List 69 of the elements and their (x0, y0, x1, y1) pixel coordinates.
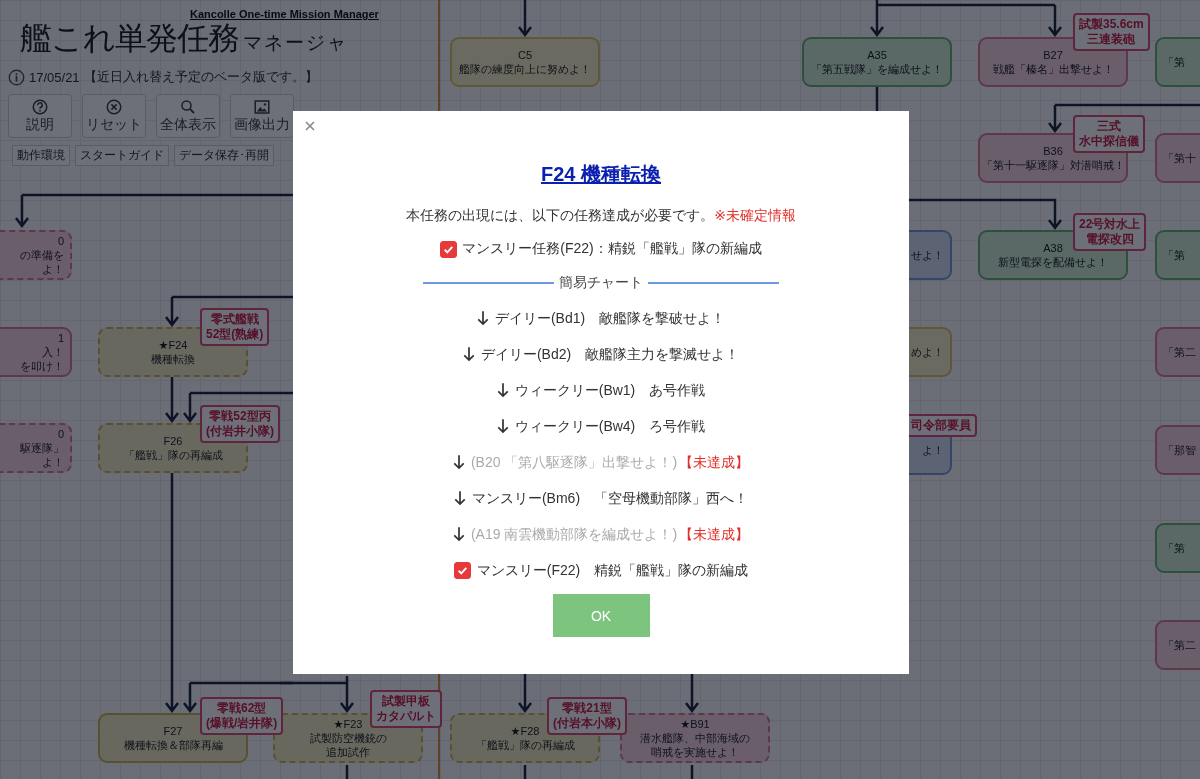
step-text: マンスリー(Bm6) 「空母機動部隊」西へ！ (471, 489, 749, 508)
reward-name: 零戦21型 (561, 701, 613, 716)
mission-title: 哨戒を実施せよ！ (651, 745, 739, 760)
mission-title: 試製防空機銃の (309, 730, 387, 746)
reward-name: 22号対水上 (1079, 217, 1141, 232)
step-text: デイリー(Bd1) 敵艦隊を撃破せよ！ (494, 309, 726, 328)
reward-name: 試製35.6cm (1079, 17, 1144, 32)
mission-title: よ！ (922, 442, 944, 458)
mission-code: ★F24 (158, 337, 188, 352)
mission-title: 「艦戦」隊の再編成 (475, 738, 575, 753)
mission-title: よ！ (42, 455, 64, 470)
mission-title: 「第 (1163, 247, 1185, 263)
reward-name: 三式 (1096, 119, 1122, 134)
mission-title: めよ！ (911, 344, 944, 360)
version-note: 【近日入れ替え予定のベータ版です。】 (83, 68, 318, 86)
mission-code: ★F23 (333, 716, 363, 731)
requirement-text: マンスリー任務(F22)：精鋭「艦戦」隊の新編成 (462, 240, 762, 258)
mission-title: 「第 (1163, 54, 1185, 70)
step-text: (B20 「第八駆逐隊」出撃せよ！) (470, 453, 678, 472)
mission-title: せよ！ (911, 247, 944, 263)
step-text: マンスリー(F22) 精鋭「艦戦」隊の新編成 (476, 561, 749, 580)
mission-title: 「第十 (1163, 150, 1196, 166)
reward-name: 司令部要員 (911, 418, 971, 433)
mission-title: よ！ (42, 262, 64, 277)
mission-title: 入！ (42, 344, 64, 360)
mission-title: 「第二 (1163, 637, 1196, 653)
mission-title: の準備を (20, 247, 64, 263)
step-text: ウィークリー(Bw1) あ号作戦 (514, 381, 706, 400)
mission-title: 戦艦「榛名」出撃せよ！ (992, 62, 1114, 77)
mission-title: 機種転換＆部隊再編 (123, 738, 223, 753)
mission-title: 駆逐隊」 (20, 440, 64, 456)
step-text: ウィークリー(Bw4) ろ号作戦 (514, 417, 706, 436)
reward-name: 試製甲板 (381, 694, 431, 709)
mission-code: B36 (1043, 143, 1063, 158)
status-note: 【未達成】 (679, 453, 750, 472)
section-heading: 簡易チャート (559, 274, 643, 292)
app-title: 艦これ単発任務 (20, 22, 239, 54)
mission-code: C5 (517, 47, 533, 62)
mission-code: 1 (57, 330, 64, 345)
mission-code: A35 (867, 47, 887, 62)
mission-title: 「那智 (1163, 442, 1196, 458)
mission-code: F27 (163, 723, 183, 738)
mission-code: 0 (57, 233, 64, 248)
warning-note: ※未確定情報 (714, 207, 796, 223)
mission-title: 機種転換 (151, 352, 195, 367)
mission-code: ★B91 (680, 716, 710, 731)
mission-title: 追加試作 (326, 745, 370, 760)
mission-title: 「第五戦隊」を編成せよ！ (811, 62, 943, 77)
status-note: 【未達成】 (679, 525, 750, 544)
mission-title: 艦隊の練度向上に努めよ！ (459, 62, 591, 77)
mission-title: 潜水艦隊、中部海域の (640, 730, 750, 746)
step-text: デイリー(Bd2) 敵艦隊主力を撃滅せよ！ (480, 345, 740, 364)
step-text: (A19 南雲機動部隊を編成せよ！) (470, 525, 678, 544)
intro-text: 本任務の出現には、以下の任務達成が必要です。 (406, 207, 715, 223)
mission-code: F26 (163, 433, 183, 448)
mission-title: 「艦戦」隊の再編成 (123, 448, 223, 463)
mission-title: 「第二 (1163, 344, 1196, 360)
mission-code: ★F28 (510, 723, 540, 738)
mission-title: 「第 (1163, 540, 1185, 556)
reward-name: 零式艦戦 (209, 312, 260, 327)
version-date: 17/05/21 (29, 69, 80, 85)
mission-code: B27 (1043, 47, 1063, 62)
reward-name: 零戦62型 (216, 701, 268, 716)
reward-name: 零戦52型丙 (208, 409, 272, 424)
mission-code: A38 (1043, 240, 1063, 255)
mission-title: を叩け！ (20, 359, 64, 374)
app-title: マネージャ (243, 33, 348, 54)
mission-title: 新型電探を配備せよ！ (998, 255, 1108, 270)
mission-code: 0 (57, 426, 64, 441)
